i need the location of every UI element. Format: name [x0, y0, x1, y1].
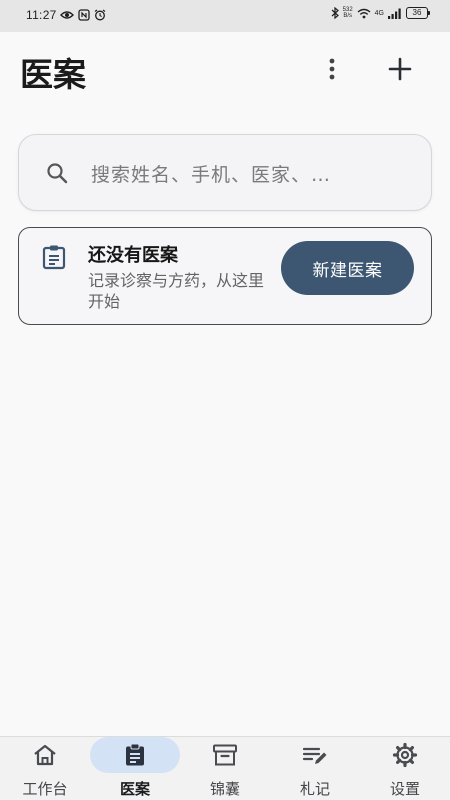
nav-label-settings: 设置 — [389, 780, 420, 798]
signal-icon — [388, 8, 401, 19]
clipboard-icon — [42, 245, 66, 270]
status-bar: 11:27 532 B/s 4G 36 — [0, 0, 450, 32]
status-time: 11:27 — [26, 8, 57, 22]
battery-icon: 36 — [406, 7, 430, 19]
new-case-button[interactable]: 新建医案 — [281, 241, 414, 295]
page-title: 医案 — [20, 55, 86, 94]
bottom-nav: 工作台 医案 锦囊 札记 设置 — [0, 736, 450, 800]
archive-box-icon — [213, 744, 237, 766]
nav-item-workbench[interactable]: 工作台 — [0, 737, 90, 800]
app-screen: 11:27 532 B/s 4G 36 医案 搜索姓名、手机、医家、… 还没有医… — [0, 0, 450, 800]
empty-state-card: 还没有医案 记录诊察与方药，从这里开始 新建医案 — [18, 227, 432, 325]
nav-label-pouch: 锦囊 — [209, 780, 240, 798]
notes-edit-icon — [302, 747, 327, 764]
eye-icon — [60, 11, 74, 19]
status-right-icons: 532 B/s 4G 36 — [331, 7, 430, 19]
nav-label-cases: 医案 — [119, 780, 150, 798]
nav-label-workbench: 工作台 — [22, 780, 68, 798]
nav-label-notes: 札记 — [299, 780, 330, 798]
status-left-icons — [60, 9, 106, 21]
battery-level: 36 — [412, 8, 422, 17]
gear-icon — [392, 742, 418, 768]
home-icon — [34, 744, 56, 766]
more-options-button[interactable] — [318, 52, 346, 86]
network-type: 4G — [374, 9, 384, 17]
more-vertical-icon — [329, 58, 335, 80]
clipboard-icon — [126, 743, 144, 766]
search-icon — [47, 163, 68, 184]
nav-item-settings[interactable]: 设置 — [360, 737, 450, 800]
nav-item-pouch[interactable]: 锦囊 — [180, 737, 270, 800]
nav-item-cases[interactable]: 医案 — [90, 737, 180, 800]
empty-state-title: 还没有医案 — [88, 245, 178, 266]
alarm-icon — [94, 9, 106, 21]
wifi-icon — [357, 8, 371, 18]
nfc-icon — [78, 9, 90, 21]
add-button[interactable] — [383, 52, 417, 86]
empty-state-subtitle: 记录诊察与方药，从这里开始 — [88, 271, 265, 311]
search-input[interactable]: 搜索姓名、手机、医家、… — [18, 134, 432, 211]
nav-item-notes[interactable]: 札记 — [270, 737, 360, 800]
plus-icon — [388, 57, 412, 81]
bluetooth-icon — [331, 7, 339, 19]
net-speed-unit: B/s — [343, 13, 352, 19]
search-placeholder: 搜索姓名、手机、医家、… — [91, 164, 332, 186]
net-speed: 532 B/s — [343, 7, 353, 19]
